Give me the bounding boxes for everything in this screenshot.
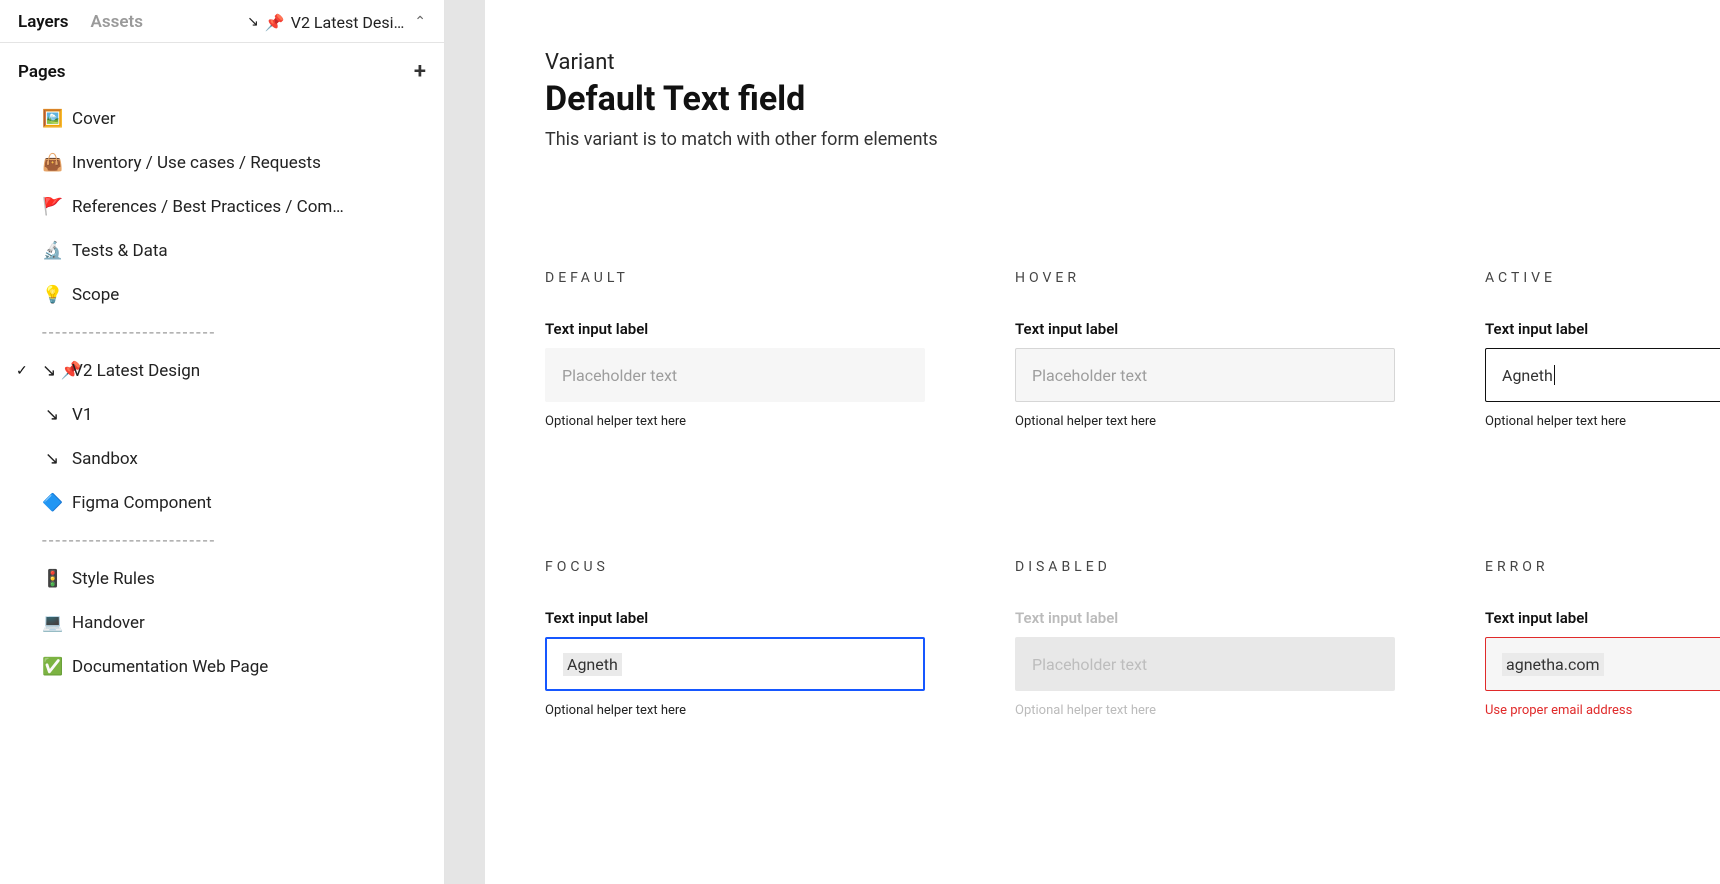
add-page-button[interactable]: + [414,61,426,83]
chevron-up-icon: ⌃ [414,14,426,30]
artboard[interactable]: Variant Default Text field This variant … [485,0,1720,884]
pages-list: 🖼️ Cover 👜 Inventory / Use cases / Reque… [0,93,444,709]
page-item-figma-component[interactable]: 🔷 Figma Component [0,481,444,525]
page-label: Inventory / Use cases / Requests [72,153,321,173]
helper-text: Optional helper text here [545,703,925,718]
helper-text: Optional helper text here [1015,414,1395,429]
page-label: Sandbox [72,449,138,469]
state-heading: ACTIVE [1485,270,1720,286]
traffic-light-icon: 🚦 [42,569,62,589]
arrow-down-right-icon: ↘ [42,405,62,425]
input-value: Agneth [1502,366,1553,385]
page-item-v1[interactable]: ↘ V1 [0,393,444,437]
variant-eyebrow: Variant [545,50,1660,75]
state-heading: DISABLED [1015,559,1395,575]
text-input-active[interactable]: Agneth [1485,348,1720,402]
text-input-disabled: Placeholder text [1015,637,1395,691]
page-item-inventory[interactable]: 👜 Inventory / Use cases / Requests [0,141,444,185]
helper-text-error: Use proper email address [1485,703,1720,718]
field-label: Text input label [1485,609,1720,627]
flag-icon: 🚩 [42,197,62,217]
check-box-icon: ✅ [42,657,62,677]
page-item-tests[interactable]: 🔬 Tests & Data [0,229,444,273]
pin-icon: 📌 [265,13,285,32]
field-label: Text input label [545,320,925,338]
component-description: This variant is to match with other form… [545,129,1660,150]
component-title: Default Text field [545,79,1660,119]
state-active: ACTIVE Text input label Agneth Optional … [1485,270,1720,429]
helper-text: Optional helper text here [1485,414,1720,429]
arrow-pin-icon: ↘ 📌 [42,361,62,381]
state-focus: FOCUS Text input label Agneth Optional h… [545,559,925,718]
page-switcher[interactable]: ↘ 📌 V2 Latest Desi… ⌃ [247,13,426,32]
page-item-v2-latest[interactable]: ✓ ↘ 📌 V2 Latest Design [0,349,444,393]
text-input-focus[interactable]: Agneth [545,637,925,691]
state-heading: FOCUS [545,559,925,575]
page-item-references[interactable]: 🚩 References / Best Practices / Com… [0,185,444,229]
text-input-default[interactable]: Placeholder text [545,348,925,402]
state-heading: HOVER [1015,270,1395,286]
page-label: Scope [72,285,119,305]
text-input-error[interactable]: agnetha.com [1485,637,1720,691]
states-grid: DEFAULT Text input label Placeholder tex… [545,270,1660,718]
field-label: Text input label [1015,320,1395,338]
pages-header: Pages + [0,43,444,93]
page-item-style-rules[interactable]: 🚦 Style Rules [0,557,444,601]
state-disabled: DISABLED Text input label Placeholder te… [1015,559,1395,718]
helper-text: Optional helper text here [1015,703,1395,718]
page-label: V2 Latest Design [72,361,200,381]
tab-assets[interactable]: Assets [91,12,143,32]
separator-text: -------------------------- [42,323,216,343]
layers-panel: Layers Assets ↘ 📌 V2 Latest Desi… ⌃ Page… [0,0,445,884]
text-input-hover[interactable]: Placeholder text [1015,348,1395,402]
check-icon: ✓ [16,363,28,379]
arrow-down-right-icon: ↘ [42,449,62,469]
page-item-handover[interactable]: 💻 Handover [0,601,444,645]
page-label: Cover [72,109,116,129]
page-label: V1 [72,405,92,425]
page-label: References / Best Practices / Com… [72,197,344,217]
bag-icon: 👜 [42,153,62,173]
tab-layers[interactable]: Layers [18,12,69,32]
panel-tabs: Layers Assets [18,12,143,32]
field-label: Text input label [1485,320,1720,338]
state-heading: DEFAULT [545,270,925,286]
separator-text: -------------------------- [42,531,216,551]
input-value: agnetha.com [1502,653,1604,676]
page-separator: -------------------------- [0,525,444,557]
current-page-label: V2 Latest Desi… [291,13,404,32]
state-heading: ERROR [1485,559,1720,575]
input-value: Agneth [563,653,622,676]
pages-header-label: Pages [18,62,66,82]
page-label: Tests & Data [72,241,168,261]
page-item-documentation[interactable]: ✅ Documentation Web Page [0,645,444,689]
text-cursor [1554,365,1555,385]
page-label: Documentation Web Page [72,657,268,677]
page-item-scope[interactable]: 💡 Scope [0,273,444,317]
page-item-cover[interactable]: 🖼️ Cover [0,97,444,141]
page-label: Handover [72,613,145,633]
bulb-icon: 💡 [42,285,62,305]
placeholder-text: Placeholder text [562,366,677,385]
field-label: Text input label [1015,609,1395,627]
field-label: Text input label [545,609,925,627]
page-item-sandbox[interactable]: ↘ Sandbox [0,437,444,481]
state-default: DEFAULT Text input label Placeholder tex… [545,270,925,429]
component-icon: 🔷 [42,493,62,513]
canvas[interactable]: Variant Default Text field This variant … [445,0,1720,884]
microscope-icon: 🔬 [42,241,62,261]
picture-icon: 🖼️ [42,109,62,129]
page-label: Style Rules [72,569,155,589]
page-separator: -------------------------- [0,317,444,349]
placeholder-text: Placeholder text [1032,366,1147,385]
laptop-icon: 💻 [42,613,62,633]
helper-text: Optional helper text here [545,414,925,429]
arrow-down-right-icon: ↘ [247,14,259,30]
state-hover: HOVER Text input label Placeholder text … [1015,270,1395,429]
sidebar-top: Layers Assets ↘ 📌 V2 Latest Desi… ⌃ [0,0,444,43]
page-label: Figma Component [72,493,212,513]
placeholder-text: Placeholder text [1032,655,1147,674]
state-error: ERROR Text input label agnetha.com Use p… [1485,559,1720,718]
